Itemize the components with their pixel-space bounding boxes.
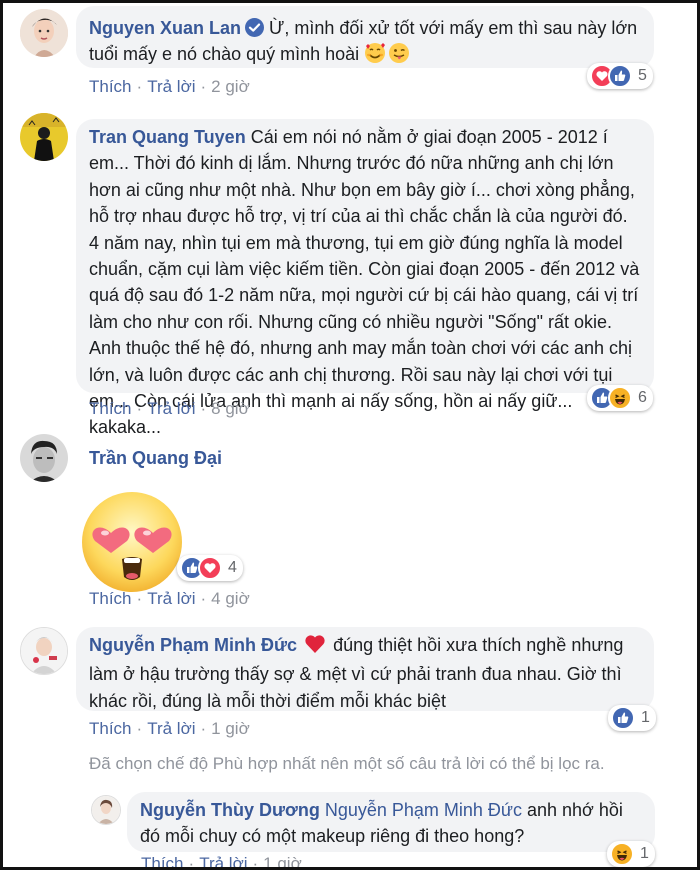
comment-author[interactable]: Trần Quang Đại (89, 448, 222, 469)
like-link[interactable]: Thích (141, 854, 184, 867)
comment-bubble: Nguyễn Phạm Minh Đức đúng thiệt hồi xưa … (76, 627, 654, 711)
avatar[interactable] (20, 434, 68, 482)
haha-reaction-icon (608, 386, 632, 410)
comment-actions: Thích · Trả lời · 2 giờ (89, 77, 250, 96)
comment-time[interactable]: 4 giờ (211, 589, 250, 608)
comment-author[interactable]: Nguyen Xuan Lan (89, 18, 241, 38)
comment-time[interactable]: 2 giờ (211, 77, 250, 96)
reply-author[interactable]: Nguyễn Thùy Dương (140, 800, 320, 820)
love-reaction-icon (198, 556, 222, 580)
avatar[interactable] (20, 113, 68, 161)
tongue-wink-icon (388, 42, 410, 71)
reply-mention[interactable]: Nguyễn Phạm Minh Đức (325, 800, 522, 820)
comment-actions: Thích · Trả lời · 4 giờ (89, 589, 250, 608)
smiling-face-with-hearts-icon (364, 42, 386, 71)
reply-actions: Thích · Trả lời · 1 giờ (141, 854, 302, 867)
filter-note: Đã chọn chế độ Phù hợp nhất nên một số c… (89, 754, 605, 773)
reaction-count: 1 (640, 845, 649, 862)
comment-author[interactable]: Nguyễn Phạm Minh Đức (89, 635, 297, 655)
comment-time[interactable]: 8 giờ (211, 399, 250, 418)
reply-link[interactable]: Trả lời (147, 719, 195, 738)
comment-thread: Nguyen Xuan Lan Ừ, mình đối xử tốt với m… (0, 0, 700, 870)
reply-link[interactable]: Trả lời (147, 77, 195, 96)
like-link[interactable]: Thích (89, 399, 132, 418)
verified-badge-icon (245, 18, 265, 37)
haha-reaction-icon (610, 842, 634, 866)
avatar[interactable] (20, 627, 68, 675)
comment-bubble: Nguyen Xuan Lan Ừ, mình đối xử tốt với m… (76, 6, 654, 68)
avatar[interactable] (20, 9, 68, 57)
comment-author[interactable]: Tran Quang Tuyen (89, 127, 246, 147)
reaction-summary[interactable]: 6 (587, 385, 653, 411)
reaction-summary[interactable]: 5 (587, 63, 653, 89)
heart-eyes-face-sticker (77, 487, 187, 597)
reaction-summary[interactable]: 1 (607, 841, 655, 867)
reaction-count: 4 (228, 559, 237, 576)
comment-time[interactable]: 1 giờ (211, 719, 250, 738)
comment-text: Cái em nói nó nằm ở giai đoạn 2005 - 201… (89, 127, 640, 438)
like-link[interactable]: Thích (89, 589, 132, 608)
reply-link[interactable]: Trả lời (199, 854, 247, 867)
reply-link[interactable]: Trả lời (147, 399, 195, 418)
red-heart-icon (304, 634, 326, 661)
reaction-count: 5 (638, 67, 647, 84)
reaction-count: 1 (641, 709, 650, 726)
comment-actions: Thích · Trả lời · 1 giờ (89, 719, 250, 738)
reply-bubble: Nguyễn Thùy Dương Nguyễn Phạm Minh Đức a… (127, 792, 655, 852)
reply-link[interactable]: Trả lời (147, 589, 195, 608)
comment-bubble: Tran Quang Tuyen Cái em nói nó nằm ở gia… (76, 119, 654, 437)
reaction-summary[interactable]: 1 (608, 705, 656, 731)
reaction-count: 6 (638, 389, 647, 406)
like-reaction-icon (608, 64, 632, 88)
reply-time[interactable]: 1 giờ (263, 854, 302, 867)
avatar[interactable] (91, 795, 121, 825)
like-link[interactable]: Thích (89, 77, 132, 96)
comment-actions: Thích · Trả lời · 8 giờ (89, 399, 250, 418)
like-link[interactable]: Thích (89, 719, 132, 738)
like-reaction-icon (611, 706, 635, 730)
reaction-summary[interactable]: 4 (177, 555, 243, 581)
